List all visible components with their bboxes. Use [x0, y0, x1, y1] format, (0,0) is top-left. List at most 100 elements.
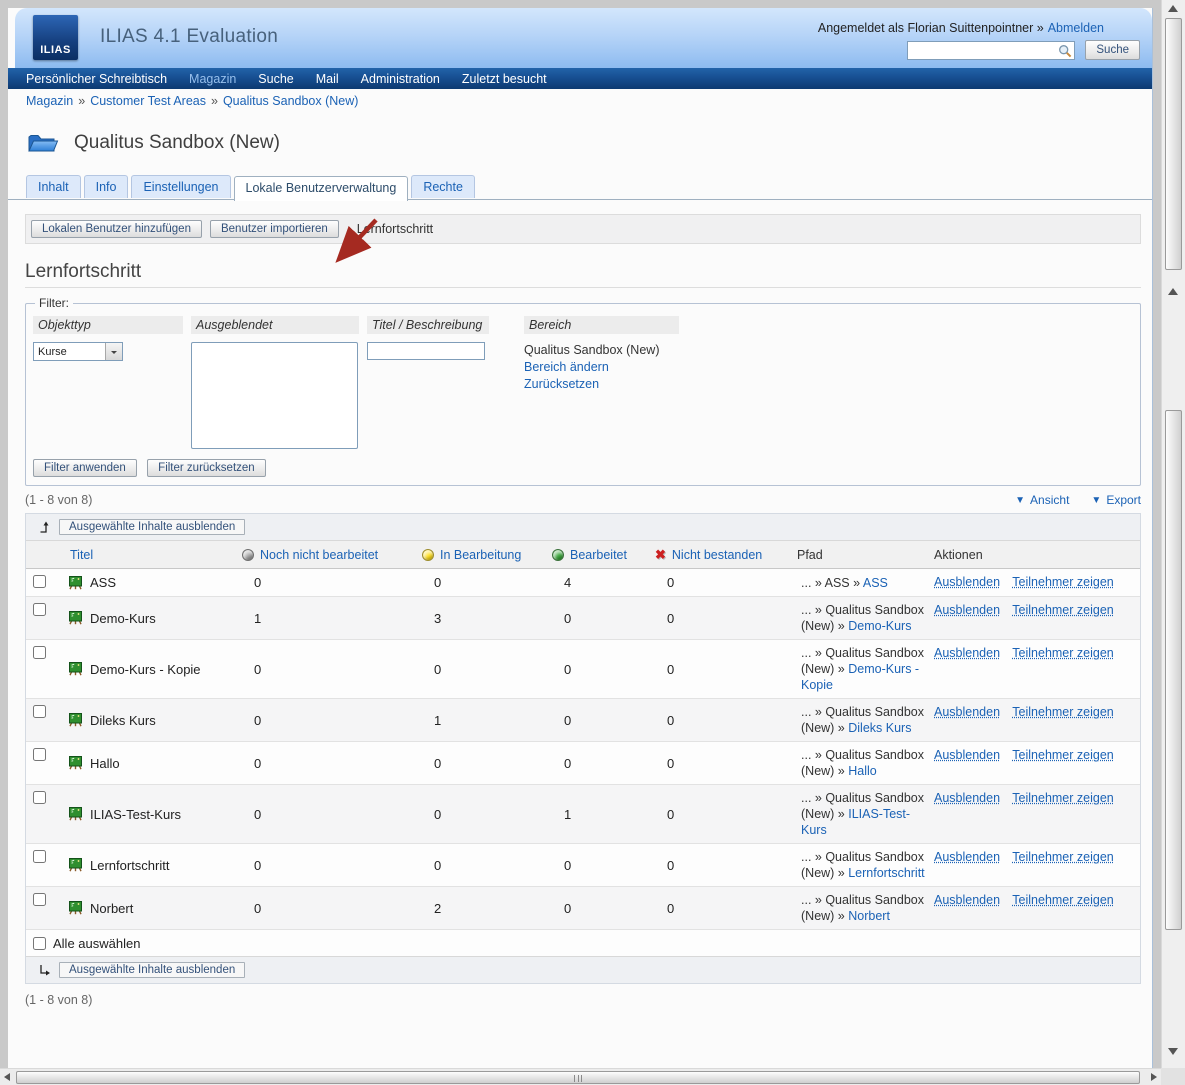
vertical-scroll-thumb-top[interactable]: [1165, 18, 1182, 270]
action-ausblenden[interactable]: Ausblenden: [934, 748, 1000, 762]
export-link[interactable]: Export: [1106, 493, 1141, 507]
breadcrumb-link-2[interactable]: Qualitus Sandbox (New): [223, 94, 358, 108]
scroll-right-icon[interactable]: [1151, 1073, 1157, 1081]
import-users-button[interactable]: Benutzer importieren: [210, 220, 339, 238]
table-row: Dileks Kurs 0 1 0 0 ... » Qualitus Sandb…: [26, 699, 1140, 742]
tab-0[interactable]: Inhalt: [26, 175, 81, 198]
row-checkbox[interactable]: [33, 575, 46, 588]
path-cell: ... » Qualitus Sandbox (New) » ILIAS-Tes…: [797, 785, 934, 843]
value-completed: 1: [552, 807, 655, 822]
nav-item-4[interactable]: Administration: [361, 72, 440, 86]
scroll-grip-icon: [574, 1075, 582, 1082]
path-link[interactable]: Hallo: [848, 764, 877, 778]
status-dot-icon: [242, 549, 254, 561]
status-header-link-1[interactable]: In Bearbeitung: [440, 548, 521, 562]
hide-selected-button-top[interactable]: Ausgewählte Inhalte ausblenden: [59, 519, 245, 535]
ansicht-link[interactable]: Ansicht: [1030, 493, 1069, 507]
action-teilnehmer-zeigen[interactable]: Teilnehmer zeigen: [1012, 603, 1113, 617]
aktionen-header: Aktionen: [934, 548, 1140, 562]
tab-3[interactable]: Lokale Benutzerverwaltung: [234, 176, 409, 201]
row-checkbox[interactable]: [33, 893, 46, 906]
value-not-attempted: 0: [242, 901, 422, 916]
status-header-link-3[interactable]: Nicht bestanden: [672, 548, 762, 562]
add-local-user-button[interactable]: Lokalen Benutzer hinzufügen: [31, 220, 202, 238]
search-input[interactable]: [907, 41, 1075, 60]
export-dropdown[interactable]: ▼ Export: [1091, 493, 1141, 507]
action-ausblenden[interactable]: Ausblenden: [934, 850, 1000, 864]
action-teilnehmer-zeigen[interactable]: Teilnehmer zeigen: [1012, 748, 1113, 762]
titel-header[interactable]: Titel: [70, 548, 93, 562]
value-completed: 0: [552, 756, 655, 771]
action-teilnehmer-zeigen[interactable]: Teilnehmer zeigen: [1012, 575, 1113, 589]
tab-1[interactable]: Info: [84, 175, 129, 198]
tab-4[interactable]: Rechte: [411, 175, 475, 198]
ansicht-dropdown[interactable]: ▼ Ansicht: [1015, 493, 1069, 507]
path-cell: ... » Qualitus Sandbox (New) » Demo-Kurs…: [797, 640, 934, 698]
scroll-up-icon[interactable]: [1168, 5, 1178, 12]
path-link[interactable]: Lernfortschritt: [848, 866, 924, 880]
row-checkbox[interactable]: [33, 705, 46, 718]
logout-link[interactable]: Abmelden: [1048, 21, 1104, 35]
nav-item-5[interactable]: Zuletzt besucht: [462, 72, 547, 86]
scroll-down-icon[interactable]: [1168, 1048, 1178, 1055]
status-header-link-2[interactable]: Bearbeitet: [570, 548, 627, 562]
filter-header-ausgeblendet: Ausgeblendet: [191, 316, 359, 334]
status-header-link-0[interactable]: Noch nicht bearbeitet: [260, 548, 378, 562]
status-dot-icon: [552, 549, 564, 561]
select-dropdown-icon[interactable]: [105, 343, 122, 360]
row-checkbox[interactable]: [33, 748, 46, 761]
value-failed: 0: [655, 858, 797, 873]
select-all-label: Alle auswählen: [53, 936, 140, 951]
action-teilnehmer-zeigen[interactable]: Teilnehmer zeigen: [1012, 791, 1113, 805]
row-checkbox[interactable]: [33, 850, 46, 863]
nav-item-3[interactable]: Mail: [316, 72, 339, 86]
action-ausblenden[interactable]: Ausblenden: [934, 575, 1000, 589]
apply-down-arrow-icon: [38, 963, 51, 977]
status-header-3: ✖Nicht bestanden: [655, 547, 797, 563]
course-icon: [68, 611, 83, 625]
nav-item-2[interactable]: Suche: [258, 72, 293, 86]
action-teilnehmer-zeigen[interactable]: Teilnehmer zeigen: [1012, 646, 1113, 660]
vertical-scroll-thumb[interactable]: [1165, 410, 1182, 930]
zuruecksetzen-link[interactable]: Zurücksetzen: [524, 376, 679, 393]
action-ausblenden[interactable]: Ausblenden: [934, 791, 1000, 805]
path-link[interactable]: Norbert: [848, 909, 890, 923]
value-failed: 0: [655, 611, 797, 626]
horizontal-scroll-thumb[interactable]: [16, 1071, 1140, 1084]
action-ausblenden[interactable]: Ausblenden: [934, 646, 1000, 660]
search-button[interactable]: Suche: [1085, 40, 1140, 60]
titel-beschreibung-input[interactable]: [367, 342, 485, 360]
ausgeblendet-listbox[interactable]: [191, 342, 358, 449]
row-checkbox[interactable]: [33, 646, 46, 659]
vertical-scrollbar[interactable]: [1161, 0, 1185, 1068]
objekttyp-select[interactable]: Kurse: [33, 342, 123, 361]
scroll-left-icon[interactable]: [4, 1073, 10, 1081]
action-teilnehmer-zeigen[interactable]: Teilnehmer zeigen: [1012, 893, 1113, 907]
nav-item-0[interactable]: Persönlicher Schreibtisch: [26, 72, 167, 86]
scroll-up-mid-icon[interactable]: [1168, 288, 1178, 295]
filter-reset-button[interactable]: Filter zurücksetzen: [147, 459, 266, 477]
breadcrumb-link-1[interactable]: Customer Test Areas: [90, 94, 206, 108]
value-not-attempted: 1: [242, 611, 422, 626]
action-ausblenden[interactable]: Ausblenden: [934, 893, 1000, 907]
tab-2[interactable]: Einstellungen: [131, 175, 230, 198]
action-teilnehmer-zeigen[interactable]: Teilnehmer zeigen: [1012, 850, 1113, 864]
breadcrumb-link-0[interactable]: Magazin: [26, 94, 73, 108]
row-checkbox[interactable]: [33, 791, 46, 804]
course-icon: [68, 576, 83, 590]
horizontal-scrollbar[interactable]: [0, 1068, 1161, 1085]
row-checkbox[interactable]: [33, 603, 46, 616]
action-ausblenden[interactable]: Ausblenden: [934, 603, 1000, 617]
path-link[interactable]: Demo-Kurs: [848, 619, 911, 633]
actions-cell: Ausblenden Teilnehmer zeigen: [934, 569, 1140, 589]
hide-selected-button-bottom[interactable]: Ausgewählte Inhalte ausblenden: [59, 962, 245, 978]
select-all-checkbox[interactable]: [33, 937, 46, 950]
filter-apply-button[interactable]: Filter anwenden: [33, 459, 137, 477]
nav-item-1[interactable]: Magazin: [189, 72, 236, 86]
action-ausblenden[interactable]: Ausblenden: [934, 705, 1000, 719]
bereich-aendern-link[interactable]: Bereich ändern: [524, 359, 679, 376]
path-link[interactable]: ASS: [863, 576, 888, 590]
path-link[interactable]: Dileks Kurs: [848, 721, 911, 735]
action-teilnehmer-zeigen[interactable]: Teilnehmer zeigen: [1012, 705, 1113, 719]
value-completed: 0: [552, 901, 655, 916]
